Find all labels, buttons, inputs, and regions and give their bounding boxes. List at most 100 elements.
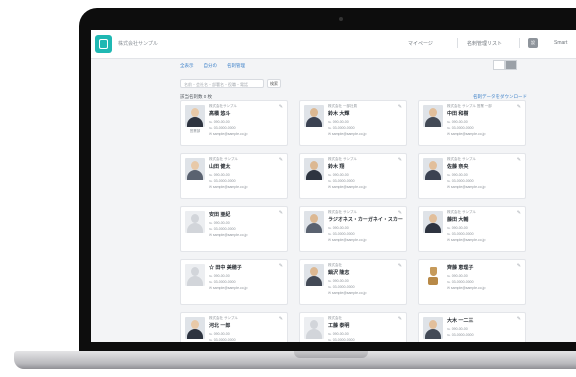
photo-face [430, 267, 437, 276]
contact-email: ✉ sample@sample.co.jp [328, 238, 367, 242]
photo-face [191, 161, 199, 170]
contact-card[interactable]: 齊藤 恵理子 ℡ 090-00-00 ℡ 03-0000-0000 ✉ sample@… [418, 259, 526, 305]
photo-face [191, 214, 199, 223]
list-view-button[interactable] [493, 60, 505, 70]
contact-phone: ℡ 090-00-00 [447, 274, 468, 278]
contact-card[interactable]: 株式会社 サンプル 藤田 大輔 ℡ 090-00-00 ℡ 03-0000-0000 ✉… [418, 206, 526, 252]
app-logo-icon[interactable] [95, 35, 112, 53]
contact-email: ✉ sample@sample.co.jp [447, 238, 486, 242]
contact-fax: ℡ 03-0000-0000 [447, 179, 474, 183]
photo-face [191, 320, 199, 329]
contact-fax: ℡ 03-0000-0000 [328, 126, 355, 130]
photo-body [187, 223, 203, 233]
contact-info: 株式会社サンプル 高橋 悠斗 ℡ 090-00-00 ℡ 03-0000-0000 ✉ … [209, 104, 285, 136]
photo-body [306, 117, 322, 127]
photo-face [310, 267, 318, 276]
settings-badge[interactable]: 設 [528, 38, 538, 48]
mypage-link[interactable]: マイページ [408, 40, 433, 47]
contact-info: 株式会社 サンプル 佐藤 奈央 ℡ 090-00-00 ℡ 03-0000-0000 ✉… [447, 157, 523, 189]
contact-phone: ℡ 090-00-00 [328, 173, 349, 177]
contact-info: 齊藤 恵理子 ℡ 090-00-00 ℡ 03-0000-0000 ✉ sample@… [447, 263, 523, 290]
header-divider [519, 38, 520, 48]
edit-icon[interactable]: ✎ [517, 316, 521, 322]
contact-fax: ℡ 03-0000-0000 [209, 126, 236, 130]
contact-company: 株式会社 サンプル [447, 157, 476, 161]
contact-info: 株式会社 サンプル 鈴木 翔 ℡ 090-00-00 ℡ 03-0000-0000 ✉ … [328, 157, 404, 189]
tab-manage[interactable]: 名刺管理 [227, 63, 245, 71]
contact-info: 株式会社 鍋沢 隆志 ℡ 090-00-00 ℡ 03-0000-0000 ✉ samp… [328, 263, 404, 295]
contact-card[interactable]: 株式会社 鍋沢 隆志 ℡ 090-00-00 ℡ 03-0000-0000 ✉ samp… [299, 259, 407, 305]
contact-phone: ℡ 090-00-00 [328, 120, 349, 124]
search-input[interactable]: 名前・会社名・部署名・役職・電話 [180, 79, 264, 88]
contact-phone: ℡ 090-00-00 [328, 279, 349, 283]
grid-view-button[interactable] [505, 60, 517, 70]
photo-face [310, 320, 318, 329]
edit-icon[interactable]: ✎ [279, 316, 283, 322]
contact-card[interactable]: ☆ 田中 美穂子 ℡ 090-00-00 ℡ 03-0000-0000 ✉ sampl… [180, 259, 288, 305]
tab-all[interactable]: 全表示 [180, 63, 194, 71]
contact-company: 株式会社 サンプル [328, 157, 357, 161]
tab-mine[interactable]: 自分の [204, 63, 218, 71]
contact-card[interactable]: 株式会社 一部社員 鈴木 大輝 ℡ 090-00-00 ℡ 03-0000-0000 ✉… [299, 100, 407, 146]
contact-phone: ℡ 090-00-00 [447, 327, 468, 331]
contact-card[interactable]: 株式会社 工藤 泰明 ℡ 090-00-00 ℡ 03-0000-0000 ✎ [299, 312, 407, 342]
contact-name: 齊藤 恵理子 [447, 265, 474, 271]
contact-card[interactable]: 株式会社サンプル 高橋 悠斗 ℡ 090-00-00 ℡ 03-0000-0000 ✉ … [180, 100, 288, 146]
contact-card[interactable]: 安田 亜紀 ℡ 090-00-00 ℡ 03-0000-0000 ✉ sample@s… [180, 206, 288, 252]
card-grid: 株式会社サンプル 高橋 悠斗 ℡ 090-00-00 ℡ 03-0000-0000 ✉ … [180, 100, 526, 342]
edit-icon[interactable]: ✎ [517, 263, 521, 269]
edit-icon[interactable]: ✎ [398, 263, 402, 269]
contact-info: 安田 亜紀 ℡ 090-00-00 ℡ 03-0000-0000 ✉ sample@s… [209, 210, 285, 237]
edit-icon[interactable]: ✎ [398, 210, 402, 216]
laptop-mockup: 株式会社サンプル マイページ 名刺管理リスト 設 Smart 全表示 自分の 名… [0, 0, 576, 377]
contact-info: 株式会社 サンプル 営業 一部 中田 和樹 ℡ 090-00-00 ℡ 03-0000… [447, 104, 523, 136]
contact-phone: ℡ 090-00-00 [209, 332, 230, 336]
header-divider [457, 38, 458, 48]
contact-name: 高橋 悠斗 [209, 111, 231, 117]
edit-icon[interactable]: ✎ [517, 104, 521, 110]
contact-photo [423, 211, 443, 233]
contact-fax: ℡ 03-0000-0000 [447, 126, 474, 130]
contact-info: 株式会社 サンプル 山田 健太 ℡ 090-00-00 ℡ 03-0000-0000 ✉… [209, 157, 285, 189]
contact-card[interactable]: 株式会社 サンプル 佐藤 奈央 ℡ 090-00-00 ℡ 03-0000-0000 ✉… [418, 153, 526, 199]
edit-icon[interactable]: ✎ [279, 210, 283, 216]
contact-photo [423, 105, 443, 127]
contact-email: ✉ sample@sample.co.jp [328, 132, 367, 136]
edit-icon[interactable]: ✎ [398, 316, 402, 322]
contact-name: 藤田 大輔 [447, 217, 469, 223]
card-list-link[interactable]: 名刺管理リスト [467, 40, 502, 47]
contact-fax: ℡ 03-0000-0000 [447, 280, 474, 284]
contact-name: 河北 一郎 [209, 323, 231, 329]
contact-card[interactable]: 株式会社 サンプル ラジオネス・カーガネイ・スカー ℡ 090-00-00 ℡ 03-… [299, 206, 407, 252]
contact-photo [185, 211, 205, 233]
edit-icon[interactable]: ✎ [279, 263, 283, 269]
photo-body [187, 117, 203, 127]
contact-card[interactable]: 大木 一二三 ℡ 090-00-00 ℡ 03-0000-0000 ✎ [418, 312, 526, 342]
contact-card[interactable]: 株式会社 サンプル 山田 健太 ℡ 090-00-00 ℡ 03-0000-0000 ✉… [180, 153, 288, 199]
edit-icon[interactable]: ✎ [279, 157, 283, 163]
contact-photo [185, 158, 205, 180]
contact-card[interactable]: 株式会社 サンプル 営業 一部 中田 和樹 ℡ 090-00-00 ℡ 03-0000… [418, 100, 526, 146]
contact-photo [423, 317, 443, 339]
photo-body [306, 170, 322, 180]
contact-name: ラジオネス・カーガネイ・スカー [328, 217, 403, 223]
contact-card[interactable]: 株式会社 サンプル 鈴木 翔 ℡ 090-00-00 ℡ 03-0000-0000 ✉ … [299, 153, 407, 199]
view-toggle[interactable] [493, 60, 517, 70]
photo-face [191, 267, 199, 276]
contact-name: 山田 健太 [209, 164, 231, 170]
edit-icon[interactable]: ✎ [517, 157, 521, 163]
contact-fax: ℡ 03-0000-0000 [328, 232, 355, 236]
search-button[interactable]: 検索 [267, 79, 281, 88]
contact-fax: ℡ 03-0000-0000 [209, 280, 236, 284]
edit-icon[interactable]: ✎ [398, 104, 402, 110]
edit-icon[interactable]: ✎ [398, 157, 402, 163]
contact-photo [304, 211, 324, 233]
user-menu[interactable]: Smart [554, 40, 567, 46]
contact-company: 株式会社サンプル [209, 104, 237, 108]
edit-icon[interactable]: ✎ [279, 104, 283, 110]
contact-card[interactable]: 株式会社 サンプル 河北 一郎 ℡ 090-00-00 ℡ 03-0000-0000 ✎ [180, 312, 288, 342]
contact-email: ✉ sample@sample.co.jp [209, 233, 248, 237]
company-name: 株式会社サンプル [118, 41, 158, 47]
contact-name: 中田 和樹 [447, 111, 469, 117]
edit-icon[interactable]: ✎ [517, 210, 521, 216]
